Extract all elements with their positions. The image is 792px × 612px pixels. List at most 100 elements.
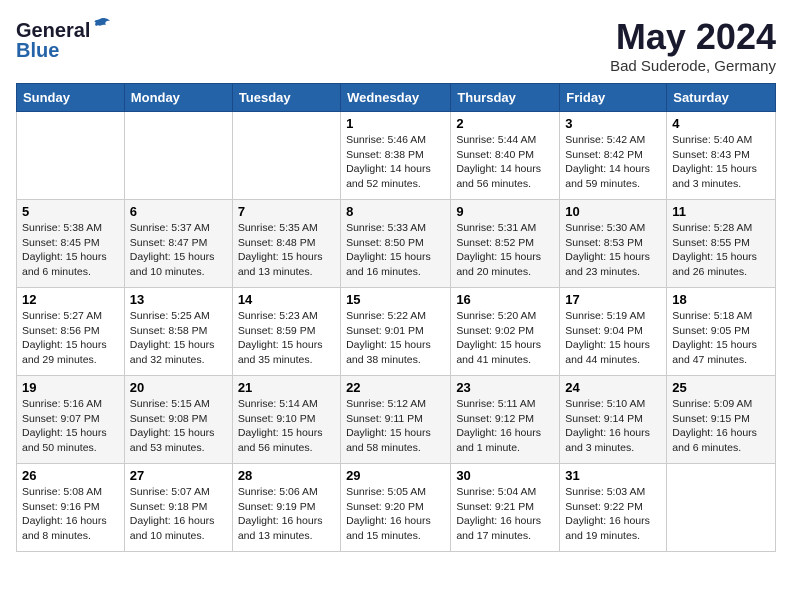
page-header: General Blue May 2024 Bad Suderode, Germ… <box>16 16 776 75</box>
day-number: 18 <box>672 292 770 307</box>
day-info: Sunrise: 5:28 AMSunset: 8:55 PMDaylight:… <box>672 221 770 280</box>
calendar-week-row: 19Sunrise: 5:16 AMSunset: 9:07 PMDayligh… <box>17 376 776 464</box>
day-info: Sunrise: 5:11 AMSunset: 9:12 PMDaylight:… <box>456 397 554 456</box>
day-info: Sunrise: 5:27 AMSunset: 8:56 PMDaylight:… <box>22 309 119 368</box>
logo-general-text: General <box>16 20 90 42</box>
day-number: 2 <box>456 116 554 131</box>
day-info: Sunrise: 5:31 AMSunset: 8:52 PMDaylight:… <box>456 221 554 280</box>
table-row: 12 Sunrise: 5:27 AMSunset: 8:56 PMDayligh… <box>17 288 125 376</box>
table-row: 24 Sunrise: 5:10 AMSunset: 9:14 PMDayligh… <box>560 376 667 464</box>
day-number: 24 <box>565 380 661 395</box>
col-friday: Friday <box>560 84 667 112</box>
day-info: Sunrise: 5:09 AMSunset: 9:15 PMDaylight:… <box>672 397 770 456</box>
day-info: Sunrise: 5:04 AMSunset: 9:21 PMDaylight:… <box>456 485 554 544</box>
table-row: 1 Sunrise: 5:46 AMSunset: 8:38 PMDaylight… <box>341 112 451 200</box>
day-number: 5 <box>22 204 119 219</box>
table-row: 10 Sunrise: 5:30 AMSunset: 8:53 PMDayligh… <box>560 200 667 288</box>
table-row: 6 Sunrise: 5:37 AMSunset: 8:47 PMDaylight… <box>124 200 232 288</box>
day-number: 19 <box>22 380 119 395</box>
table-row: 11Sunrise: 5:28 AMSunset: 8:55 PMDayligh… <box>667 200 776 288</box>
table-row: 26 Sunrise: 5:08 AMSunset: 9:16 PMDayligh… <box>17 464 125 552</box>
table-row: 2 Sunrise: 5:44 AMSunset: 8:40 PMDaylight… <box>451 112 560 200</box>
day-info: Sunrise: 5:19 AMSunset: 9:04 PMDaylight:… <box>565 309 661 368</box>
table-row: 8 Sunrise: 5:33 AMSunset: 8:50 PMDaylight… <box>341 200 451 288</box>
day-number: 12 <box>22 292 119 307</box>
day-info: Sunrise: 5:07 AMSunset: 9:18 PMDaylight:… <box>130 485 227 544</box>
day-number: 16 <box>456 292 554 307</box>
table-row: 22 Sunrise: 5:12 AMSunset: 9:11 PMDayligh… <box>341 376 451 464</box>
table-row: 19Sunrise: 5:16 AMSunset: 9:07 PMDayligh… <box>17 376 125 464</box>
table-row: 30 Sunrise: 5:04 AMSunset: 9:21 PMDayligh… <box>451 464 560 552</box>
table-row <box>667 464 776 552</box>
calendar-week-row: 1 Sunrise: 5:46 AMSunset: 8:38 PMDaylight… <box>17 112 776 200</box>
day-number: 15 <box>346 292 445 307</box>
day-number: 30 <box>456 468 554 483</box>
table-row <box>17 112 125 200</box>
table-row: 23 Sunrise: 5:11 AMSunset: 9:12 PMDayligh… <box>451 376 560 464</box>
calendar-week-row: 26 Sunrise: 5:08 AMSunset: 9:16 PMDayligh… <box>17 464 776 552</box>
day-number: 1 <box>346 116 445 131</box>
day-info: Sunrise: 5:05 AMSunset: 9:20 PMDaylight:… <box>346 485 445 544</box>
table-row: 29Sunrise: 5:05 AMSunset: 9:20 PMDayligh… <box>341 464 451 552</box>
col-monday: Monday <box>124 84 232 112</box>
day-number: 13 <box>130 292 227 307</box>
day-number: 10 <box>565 204 661 219</box>
table-row: 28 Sunrise: 5:06 AMSunset: 9:19 PMDayligh… <box>232 464 340 552</box>
day-number: 21 <box>238 380 335 395</box>
day-number: 3 <box>565 116 661 131</box>
day-number: 17 <box>565 292 661 307</box>
table-row: 5 Sunrise: 5:38 AMSunset: 8:45 PMDaylight… <box>17 200 125 288</box>
location: Bad Suderode, Germany <box>610 58 776 75</box>
day-number: 20 <box>130 380 227 395</box>
table-row: 15Sunrise: 5:22 AMSunset: 9:01 PMDayligh… <box>341 288 451 376</box>
table-row <box>124 112 232 200</box>
table-row: 13Sunrise: 5:25 AMSunset: 8:58 PMDayligh… <box>124 288 232 376</box>
day-number: 8 <box>346 204 445 219</box>
day-number: 23 <box>456 380 554 395</box>
day-number: 27 <box>130 468 227 483</box>
day-number: 26 <box>22 468 119 483</box>
table-row: 18 Sunrise: 5:18 AMSunset: 9:05 PMDayligh… <box>667 288 776 376</box>
day-number: 22 <box>346 380 445 395</box>
day-number: 28 <box>238 468 335 483</box>
day-info: Sunrise: 5:14 AMSunset: 9:10 PMDaylight:… <box>238 397 335 456</box>
calendar-header-row: Sunday Monday Tuesday Wednesday Thursday… <box>17 84 776 112</box>
day-number: 7 <box>238 204 335 219</box>
day-info: Sunrise: 5:46 AMSunset: 8:38 PMDaylight:… <box>346 133 445 192</box>
day-number: 9 <box>456 204 554 219</box>
day-info: Sunrise: 5:23 AMSunset: 8:59 PMDaylight:… <box>238 309 335 368</box>
table-row: 31 Sunrise: 5:03 AMSunset: 9:22 PMDayligh… <box>560 464 667 552</box>
day-info: Sunrise: 5:44 AMSunset: 8:40 PMDaylight:… <box>456 133 554 192</box>
day-info: Sunrise: 5:33 AMSunset: 8:50 PMDaylight:… <box>346 221 445 280</box>
table-row: 21 Sunrise: 5:14 AMSunset: 9:10 PMDayligh… <box>232 376 340 464</box>
day-info: Sunrise: 5:40 AMSunset: 8:43 PMDaylight:… <box>672 133 770 192</box>
table-row: 25Sunrise: 5:09 AMSunset: 9:15 PMDayligh… <box>667 376 776 464</box>
title-block: May 2024 Bad Suderode, Germany <box>610 16 776 75</box>
table-row: 27 Sunrise: 5:07 AMSunset: 9:18 PMDayligh… <box>124 464 232 552</box>
day-info: Sunrise: 5:03 AMSunset: 9:22 PMDaylight:… <box>565 485 661 544</box>
calendar-week-row: 12 Sunrise: 5:27 AMSunset: 8:56 PMDayligh… <box>17 288 776 376</box>
day-info: Sunrise: 5:15 AMSunset: 9:08 PMDaylight:… <box>130 397 227 456</box>
day-info: Sunrise: 5:35 AMSunset: 8:48 PMDaylight:… <box>238 221 335 280</box>
col-tuesday: Tuesday <box>232 84 340 112</box>
day-info: Sunrise: 5:30 AMSunset: 8:53 PMDaylight:… <box>565 221 661 280</box>
day-info: Sunrise: 5:12 AMSunset: 9:11 PMDaylight:… <box>346 397 445 456</box>
day-info: Sunrise: 5:10 AMSunset: 9:14 PMDaylight:… <box>565 397 661 456</box>
day-number: 6 <box>130 204 227 219</box>
calendar-table: Sunday Monday Tuesday Wednesday Thursday… <box>16 83 776 552</box>
day-info: Sunrise: 5:37 AMSunset: 8:47 PMDaylight:… <box>130 221 227 280</box>
day-info: Sunrise: 5:18 AMSunset: 9:05 PMDaylight:… <box>672 309 770 368</box>
day-number: 31 <box>565 468 661 483</box>
table-row <box>232 112 340 200</box>
logo-bird-icon <box>92 17 114 37</box>
table-row: 4Sunrise: 5:40 AMSunset: 8:43 PMDaylight… <box>667 112 776 200</box>
table-row: 14Sunrise: 5:23 AMSunset: 8:59 PMDayligh… <box>232 288 340 376</box>
day-info: Sunrise: 5:20 AMSunset: 9:02 PMDaylight:… <box>456 309 554 368</box>
col-wednesday: Wednesday <box>341 84 451 112</box>
day-info: Sunrise: 5:06 AMSunset: 9:19 PMDaylight:… <box>238 485 335 544</box>
month-title: May 2024 <box>610 16 776 58</box>
day-info: Sunrise: 5:38 AMSunset: 8:45 PMDaylight:… <box>22 221 119 280</box>
day-info: Sunrise: 5:08 AMSunset: 9:16 PMDaylight:… <box>22 485 119 544</box>
table-row: 9 Sunrise: 5:31 AMSunset: 8:52 PMDaylight… <box>451 200 560 288</box>
logo: General Blue <box>16 16 114 62</box>
